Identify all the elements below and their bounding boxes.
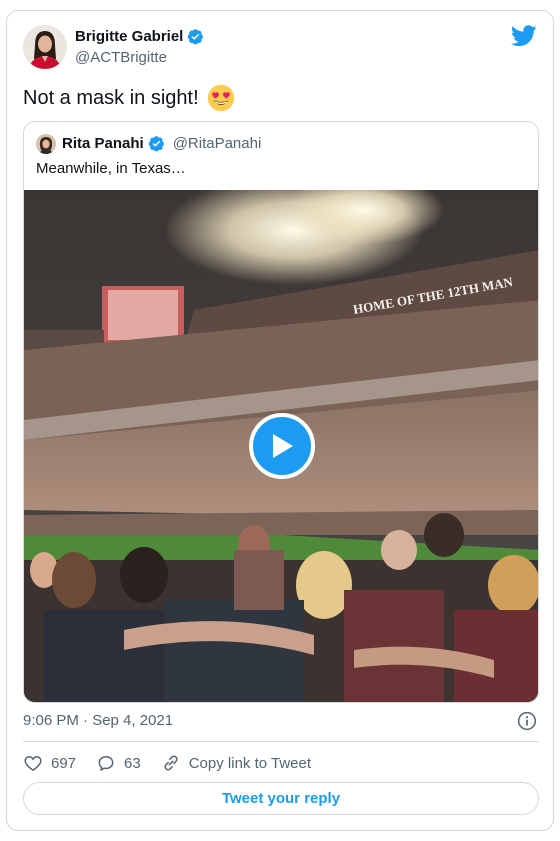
- tweet-text-body: Not a mask in sight!: [23, 86, 199, 109]
- tweet-text: Not a mask in sight!: [23, 84, 235, 112]
- verified-badge-icon: [188, 29, 204, 45]
- author-handle[interactable]: @ACTBrigitte: [75, 49, 167, 66]
- video-player[interactable]: HOME OF THE 12TH MAN: [24, 190, 538, 702]
- heart-eyes-emoji-icon: [207, 84, 234, 112]
- reply-count: 63: [124, 754, 141, 772]
- play-icon: [273, 434, 293, 458]
- author-avatar[interactable]: [23, 25, 67, 69]
- author-name[interactable]: Brigitte Gabriel: [75, 28, 204, 45]
- quoted-tweet-text: Meanwhile, in Texas…: [36, 160, 186, 177]
- verified-badge-icon: [148, 136, 164, 152]
- play-button[interactable]: [249, 413, 315, 479]
- heart-icon: [24, 755, 42, 771]
- like-action[interactable]: 697: [23, 753, 76, 773]
- quoted-author-name[interactable]: Rita Panahi: [62, 135, 144, 152]
- link-icon: [164, 755, 178, 771]
- tweet-card: Brigitte Gabriel @ACTBrigitte Not a mask…: [6, 10, 554, 831]
- quoted-author-avatar[interactable]: [36, 134, 56, 154]
- reply-bubble-icon: [98, 756, 114, 771]
- quoted-author-handle[interactable]: @RitaPanahi: [173, 135, 262, 152]
- like-count: 697: [51, 754, 77, 772]
- twitter-bird-icon[interactable]: [511, 25, 537, 47]
- info-icon[interactable]: [517, 711, 537, 731]
- copy-link-action[interactable]: Copy link to Tweet: [161, 753, 311, 773]
- tweet-timestamp[interactable]: 9:06 PM · Sep 4, 2021: [23, 712, 173, 729]
- tweet-actions: 697 63 Copy link to Tweet: [23, 752, 331, 774]
- author-name-text[interactable]: Brigitte Gabriel: [75, 28, 183, 45]
- copy-link-label: Copy link to Tweet: [188, 754, 312, 772]
- quoted-tweet[interactable]: Rita Panahi @RitaPanahi Meanwhile, in Te…: [23, 121, 539, 703]
- quoted-author-line[interactable]: Rita Panahi @RitaPanahi: [62, 135, 261, 152]
- divider: [23, 741, 539, 742]
- tweet-reply-button[interactable]: Tweet your reply: [23, 782, 539, 815]
- reply-action[interactable]: 63: [96, 753, 141, 773]
